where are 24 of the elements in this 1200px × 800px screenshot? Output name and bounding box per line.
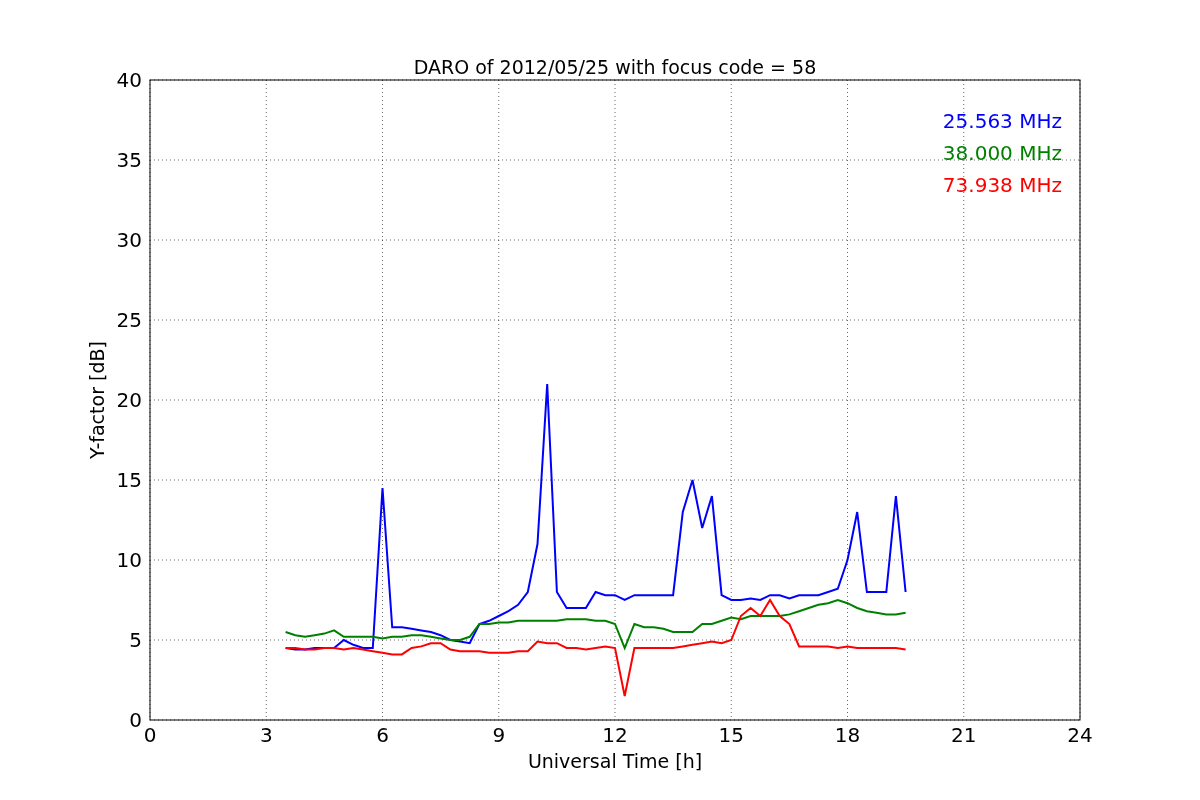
tick-label: 0 xyxy=(143,723,157,747)
legend-label: 73.938 MHz xyxy=(942,173,1062,197)
tick-label: 24 xyxy=(1067,723,1093,747)
legend-label: 38.000 MHz xyxy=(942,141,1062,165)
tick-label: 9 xyxy=(492,723,506,747)
legend-label: 25.563 MHz xyxy=(942,109,1062,133)
tick-label: 6 xyxy=(376,723,389,747)
tick-label: 40 xyxy=(116,68,142,92)
tick-label: 0 xyxy=(129,708,142,732)
tick-label: 15 xyxy=(718,723,744,747)
tick-label: 5 xyxy=(129,628,142,652)
x-axis-label: Universal Time [h] xyxy=(527,750,703,772)
tick-label: 10 xyxy=(116,548,142,572)
tick-label: 15 xyxy=(116,468,142,492)
tick-label: 25 xyxy=(116,308,142,332)
y-axis-label: Y-factor [dB] xyxy=(86,341,108,459)
tick-label: 18 xyxy=(834,723,861,747)
tick-label: 20 xyxy=(116,388,142,412)
tick-label: 12 xyxy=(602,723,628,747)
chart-title: DARO of 2012/05/25 with focus code = 58 xyxy=(413,56,817,78)
tick-label: 3 xyxy=(259,723,273,747)
tick-label: 35 xyxy=(116,148,142,172)
tick-label: 21 xyxy=(951,723,977,747)
tick-label: 30 xyxy=(116,228,142,252)
